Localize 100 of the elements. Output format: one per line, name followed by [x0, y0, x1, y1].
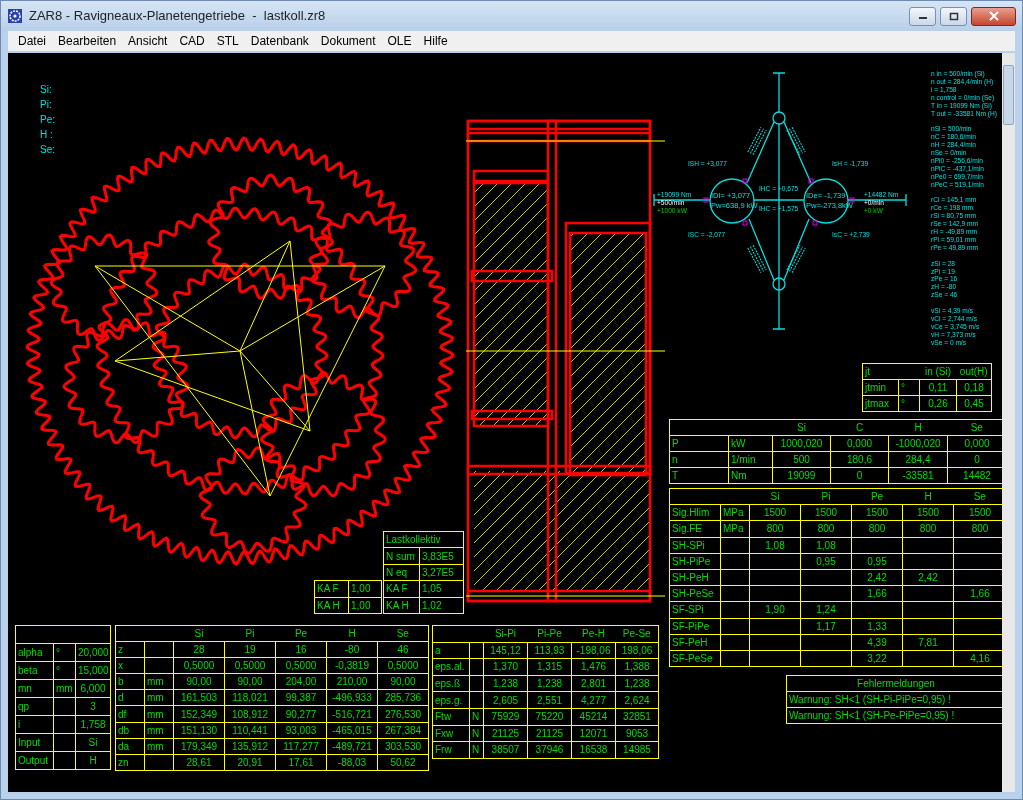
table-cell: 117,277: [275, 738, 327, 755]
table-cell: 0,45: [956, 395, 992, 412]
table-cell: SF-PeH: [669, 634, 721, 651]
table-cell: kW: [728, 435, 773, 452]
table-cell: 1,05: [419, 580, 464, 598]
table-cell: SH-PeH: [669, 569, 721, 586]
table-cell: 3,22: [851, 650, 903, 667]
table-cell: N: [469, 741, 484, 759]
table-cell: 0: [830, 467, 889, 484]
table-cell: 198,06: [615, 642, 659, 659]
table-cell: qp: [15, 697, 54, 716]
menu-item[interactable]: OLE: [381, 32, 418, 50]
menu-item[interactable]: CAD: [173, 32, 211, 50]
table-cell: SF-PeSe: [669, 650, 721, 667]
shaft-label: Pe:: [40, 113, 55, 127]
table-cell: 20,000: [75, 643, 111, 662]
column-header: Si-Pi: [483, 625, 528, 643]
table-cell: 1,00: [348, 597, 382, 614]
maximize-button[interactable]: [940, 6, 967, 26]
column-header: Se: [377, 625, 429, 642]
table-cell: 1,476: [571, 658, 616, 676]
table-cell: 110,441: [224, 722, 276, 739]
table-cell: 6,000: [75, 679, 111, 698]
table-cell: -80: [326, 641, 378, 658]
column-header: Si: [749, 488, 801, 505]
scrollbar[interactable]: [1002, 53, 1015, 792]
menu-item[interactable]: Ansicht: [122, 32, 174, 50]
table-cell: d: [115, 689, 145, 706]
menu-item[interactable]: Dokument: [314, 32, 382, 50]
table-cell: 1,24: [800, 601, 852, 618]
table-cell: 145,12: [483, 642, 528, 659]
table-cell: 800: [800, 520, 852, 538]
table-cell: 1500: [749, 504, 801, 521]
table-cell: jtmax: [862, 395, 899, 412]
table-cell: Output: [15, 751, 54, 770]
table-cell: SF-SPi: [669, 601, 721, 618]
table-cell: 1,238: [527, 675, 572, 692]
table-cell: 1,08: [800, 537, 852, 554]
table-cell: -496,933: [326, 689, 378, 706]
table-cell: N: [469, 708, 484, 726]
table-cell: 1/min: [728, 451, 773, 468]
table-cell: 2,551: [527, 691, 572, 709]
table-cell: 0,11: [919, 379, 957, 396]
shaft-label: Si:: [40, 83, 52, 97]
table-cell: SH-PiPe: [669, 553, 721, 570]
table-cell: 90,00: [377, 673, 429, 690]
table-cell: 303,530: [377, 738, 429, 755]
table-cell: mm: [53, 679, 76, 698]
shaft-label: H :: [40, 128, 53, 142]
table-cell: -33581: [888, 467, 948, 484]
menu-item[interactable]: STL: [210, 32, 245, 50]
table-cell: -198,06: [571, 642, 616, 659]
table-cell: 1,758: [75, 715, 111, 734]
table-cell: 1000,020: [772, 435, 831, 452]
table-cell: 1,315: [527, 658, 572, 676]
column-header: Pe: [851, 488, 903, 505]
table-cell: 267,384: [377, 722, 429, 739]
table-cell: 210,00: [326, 673, 378, 690]
table-cell: 3: [75, 697, 111, 716]
table-cell: 90,277: [275, 705, 327, 723]
table-cell: T: [669, 467, 729, 484]
menu-item[interactable]: Datei: [12, 32, 52, 50]
table-cell: 800: [851, 520, 903, 538]
table-cell: 12071: [571, 725, 616, 742]
close-button[interactable]: [971, 6, 1016, 26]
minimize-button[interactable]: [909, 6, 936, 26]
table-cell: mm: [144, 689, 174, 706]
column-header: C: [830, 419, 889, 436]
table-cell: 75220: [527, 708, 572, 726]
table-cell: 0,5000: [224, 657, 276, 674]
table-cell: 28,61: [173, 754, 225, 771]
table-cell: 4,277: [571, 691, 616, 709]
window-title: ZAR8 - Ravigneaux-Planetengetriebe - lastkoll.zr8: [29, 7, 326, 26]
table-cell: -516,721: [326, 705, 378, 723]
table-cell: -0,3819: [326, 657, 378, 674]
table-cell: 90,00: [224, 673, 276, 690]
shaft-label: Pi:: [40, 98, 52, 112]
table-cell: 37946: [527, 741, 572, 759]
table-cell: Si: [75, 733, 111, 752]
table-cell: 0,000: [830, 435, 889, 452]
menu-item[interactable]: Datenbank: [244, 32, 315, 50]
table-cell: 1500: [800, 504, 852, 521]
table-cell: 0,5000: [173, 657, 225, 674]
table-cell: 800: [902, 520, 954, 538]
menu-item[interactable]: Bearbeiten: [52, 32, 123, 50]
table-cell: 161,503: [173, 689, 225, 706]
maximize-icon: [948, 11, 959, 21]
table-cell: Nm: [728, 467, 773, 484]
table-cell: 135,912: [224, 738, 276, 755]
table-cell: N sum: [383, 547, 420, 565]
table-cell: SH-PeSe: [669, 585, 721, 602]
table-cell: 19099: [772, 467, 831, 484]
table-cell: df: [115, 705, 145, 723]
table-cell: 1,00: [348, 580, 382, 597]
table-cell: 284,4: [888, 451, 948, 468]
table-cell: mm: [144, 738, 174, 755]
table-cell: 90,00: [173, 673, 225, 690]
table-cell: -489,721: [326, 738, 378, 755]
menu-item[interactable]: Hilfe: [417, 32, 454, 50]
table-cell: z: [115, 641, 145, 658]
